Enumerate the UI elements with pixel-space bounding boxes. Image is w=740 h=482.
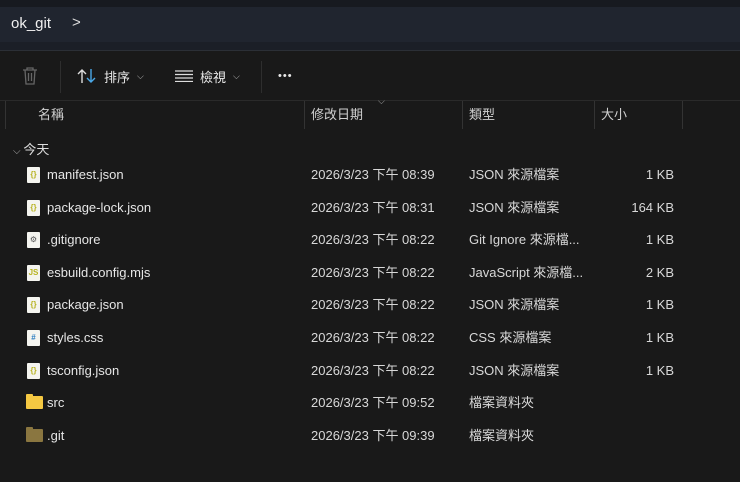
file-type: JSON 來源檔案 xyxy=(469,167,560,182)
file-type: Git Ignore 來源檔... xyxy=(469,232,580,248)
sort-icon xyxy=(77,69,96,83)
breadcrumb-ok-git[interactable]: ok_git xyxy=(11,15,51,32)
json-file-icon: {} xyxy=(27,362,40,379)
file-type: JSON 來源檔案 xyxy=(469,297,560,313)
file-name: styles.css xyxy=(47,330,104,345)
file-date: 2026/3/23 下午 08:22 xyxy=(311,264,435,280)
file-date: 2026/3/23 下午 08:22 xyxy=(311,362,435,378)
gear-file-icon: ⚙ xyxy=(27,232,40,249)
address-bar[interactable] xyxy=(0,7,740,42)
group-header-today[interactable]: ⌵ 今天 xyxy=(13,139,49,158)
file-type: 檔案資料夾 xyxy=(469,395,535,411)
file-date: 2026/3/23 下午 08:31 xyxy=(311,199,435,215)
json-file-icon: {} xyxy=(27,297,40,314)
file-size: 1 KB xyxy=(645,167,674,182)
file-size: 2 KB xyxy=(645,264,674,280)
column-header-date[interactable]: 修改日期 xyxy=(311,101,363,129)
file-type: JSON 來源檔案 xyxy=(469,362,560,378)
file-name: tsconfig.json xyxy=(47,362,120,378)
file-row[interactable]: {} package.json 2026/3/23 下午 08:22 JSON 來源檔… xyxy=(0,289,740,321)
command-bar: 排序 ⌵ 檢視 ⌵ ••• xyxy=(0,51,740,101)
column-header-size[interactable]: 大小 xyxy=(601,101,627,129)
breadcrumb-chevron-icon[interactable]: > xyxy=(72,14,81,31)
file-type: JSON 來源檔案 xyxy=(469,199,560,215)
file-row[interactable]: {} package-lock.json 2026/3/23 下午 08:31 JSO… xyxy=(0,192,740,224)
js-file-icon: JS xyxy=(27,264,40,281)
file-date: 2026/3/23 下午 08:22 xyxy=(311,297,435,313)
hidden-folder-icon xyxy=(26,426,43,442)
list-view-icon xyxy=(175,70,193,82)
json-file-icon: {} xyxy=(27,199,40,216)
file-date: 2026/3/23 下午 09:39 xyxy=(311,427,435,443)
trash-icon xyxy=(23,67,37,85)
file-type: JavaScript 來源檔... xyxy=(469,264,584,280)
file-size: 1 KB xyxy=(645,232,674,248)
delete-button[interactable] xyxy=(22,51,38,101)
file-size: 1 KB xyxy=(645,330,674,345)
file-row[interactable]: ⚙ .gitignore 2026/3/23 下午 08:22 Git Ignore … xyxy=(0,224,740,256)
css-file-icon: # xyxy=(27,330,40,346)
file-date: 2026/3/23 下午 08:39 xyxy=(311,167,435,182)
chevron-down-icon: ⌵ xyxy=(137,70,144,81)
chevron-down-icon: ⌵ xyxy=(233,70,240,81)
address-bar-area: ok_git > xyxy=(0,0,740,50)
file-row[interactable]: {} tsconfig.json 2026/3/23 下午 08:22 JSON 來源… xyxy=(0,355,740,387)
file-name: src xyxy=(47,395,65,411)
file-name: esbuild.config.mjs xyxy=(47,264,151,280)
file-row[interactable]: JS esbuild.config.mjs 2026/3/23 下午 08:22 Ja… xyxy=(0,257,740,289)
chevron-down-icon: ⌵ xyxy=(13,146,24,157)
more-options-button[interactable]: ••• xyxy=(278,51,293,101)
file-date: 2026/3/23 下午 09:52 xyxy=(311,395,435,411)
file-row[interactable]: {} manifest.json 2026/3/23 下午 08:39 JSON 來源… xyxy=(0,159,740,191)
file-name: package.json xyxy=(47,297,124,313)
file-type: 檔案資料夾 xyxy=(469,427,535,443)
file-name: package-lock.json xyxy=(47,199,152,215)
file-date: 2026/3/23 下午 08:22 xyxy=(311,232,435,248)
column-header-name[interactable]: 名稱 xyxy=(38,101,64,129)
file-date: 2026/3/23 下午 08:22 xyxy=(311,330,435,345)
sort-label: 排序 xyxy=(104,69,131,85)
view-button[interactable]: 檢視 ⌵ xyxy=(175,51,240,101)
file-name: .gitignore xyxy=(47,232,101,248)
view-label: 檢視 xyxy=(200,69,227,85)
group-label: 今天 xyxy=(23,142,50,157)
file-size: 1 KB xyxy=(645,362,674,378)
file-size: 1 KB xyxy=(645,297,674,313)
folder-icon xyxy=(26,394,43,410)
file-name: manifest.json xyxy=(47,167,124,182)
json-file-icon: {} xyxy=(27,167,40,183)
file-row[interactable]: src 2026/3/23 下午 09:52 檔案資料夾 xyxy=(0,387,740,419)
sort-indicator-icon: ⌵ xyxy=(378,96,385,106)
column-header-type[interactable]: 類型 xyxy=(469,101,495,129)
file-row[interactable]: .git 2026/3/23 下午 09:39 檔案資料夾 xyxy=(0,420,740,452)
file-type: CSS 來源檔案 xyxy=(469,330,552,345)
file-row[interactable]: # styles.css 2026/3/23 下午 08:22 CSS 來源檔案 1 K… xyxy=(0,322,740,354)
sort-button[interactable]: 排序 ⌵ xyxy=(77,51,144,101)
file-size: 164 KB xyxy=(631,199,674,215)
file-name: .git xyxy=(47,427,65,443)
column-headers: 名稱 修改日期 類型 大小 xyxy=(0,101,740,131)
